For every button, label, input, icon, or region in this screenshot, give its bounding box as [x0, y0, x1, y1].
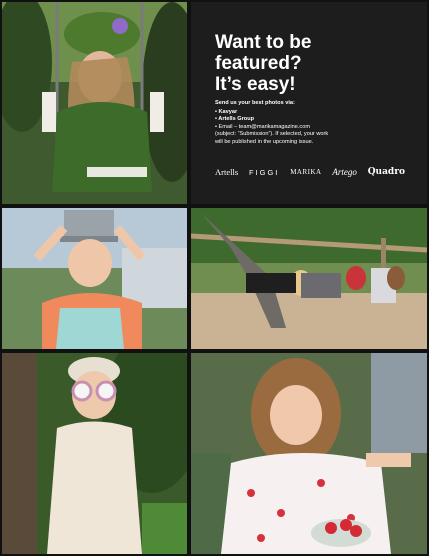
logo-artego: Artego: [332, 167, 357, 177]
photo-sunglasses-girl: [2, 353, 187, 554]
headline-line-1: Want to be: [215, 32, 312, 53]
logo-quadro: Quadro: [367, 167, 405, 177]
submission-publish-note: will be published in the upcoming issue.: [215, 138, 314, 145]
photo-bucket-girl: [2, 208, 187, 349]
collage-page: Want to be featured? It’s easy! Send us …: [0, 0, 429, 556]
logo-figgi: FIGGI: [248, 167, 280, 177]
submission-option-artells[interactable]: • Artells Group: [215, 116, 420, 124]
partner-logos: Artells FIGGI MARIKA Artego Quadro: [215, 167, 405, 177]
photo-strawberry-girl: [191, 353, 427, 554]
photo-stretching-girls: [191, 208, 427, 349]
submission-option-email[interactable]: • Email – team@marikamagazine.com: [215, 124, 420, 132]
headline-line-2: featured?: [215, 53, 302, 74]
submission-info-panel: Want to be featured? It’s easy! Send us …: [191, 2, 427, 204]
submission-instructions: Send us your best photos via: • Kavyar •…: [215, 100, 420, 147]
submission-option-kavyar[interactable]: • Kavyar: [215, 109, 420, 117]
logo-marika: MARIKA: [290, 168, 322, 176]
logo-artells: Artells: [215, 167, 239, 177]
headline: Want to be featured? It’s easy!: [215, 32, 415, 95]
instructions-lead: Send us your best photos via:: [215, 100, 295, 106]
headline-line-3: It’s easy!: [215, 74, 296, 95]
photo-swing-girl: [2, 2, 187, 204]
submission-subject-note: (subject: “Submission”). If selected, yo…: [215, 131, 329, 138]
